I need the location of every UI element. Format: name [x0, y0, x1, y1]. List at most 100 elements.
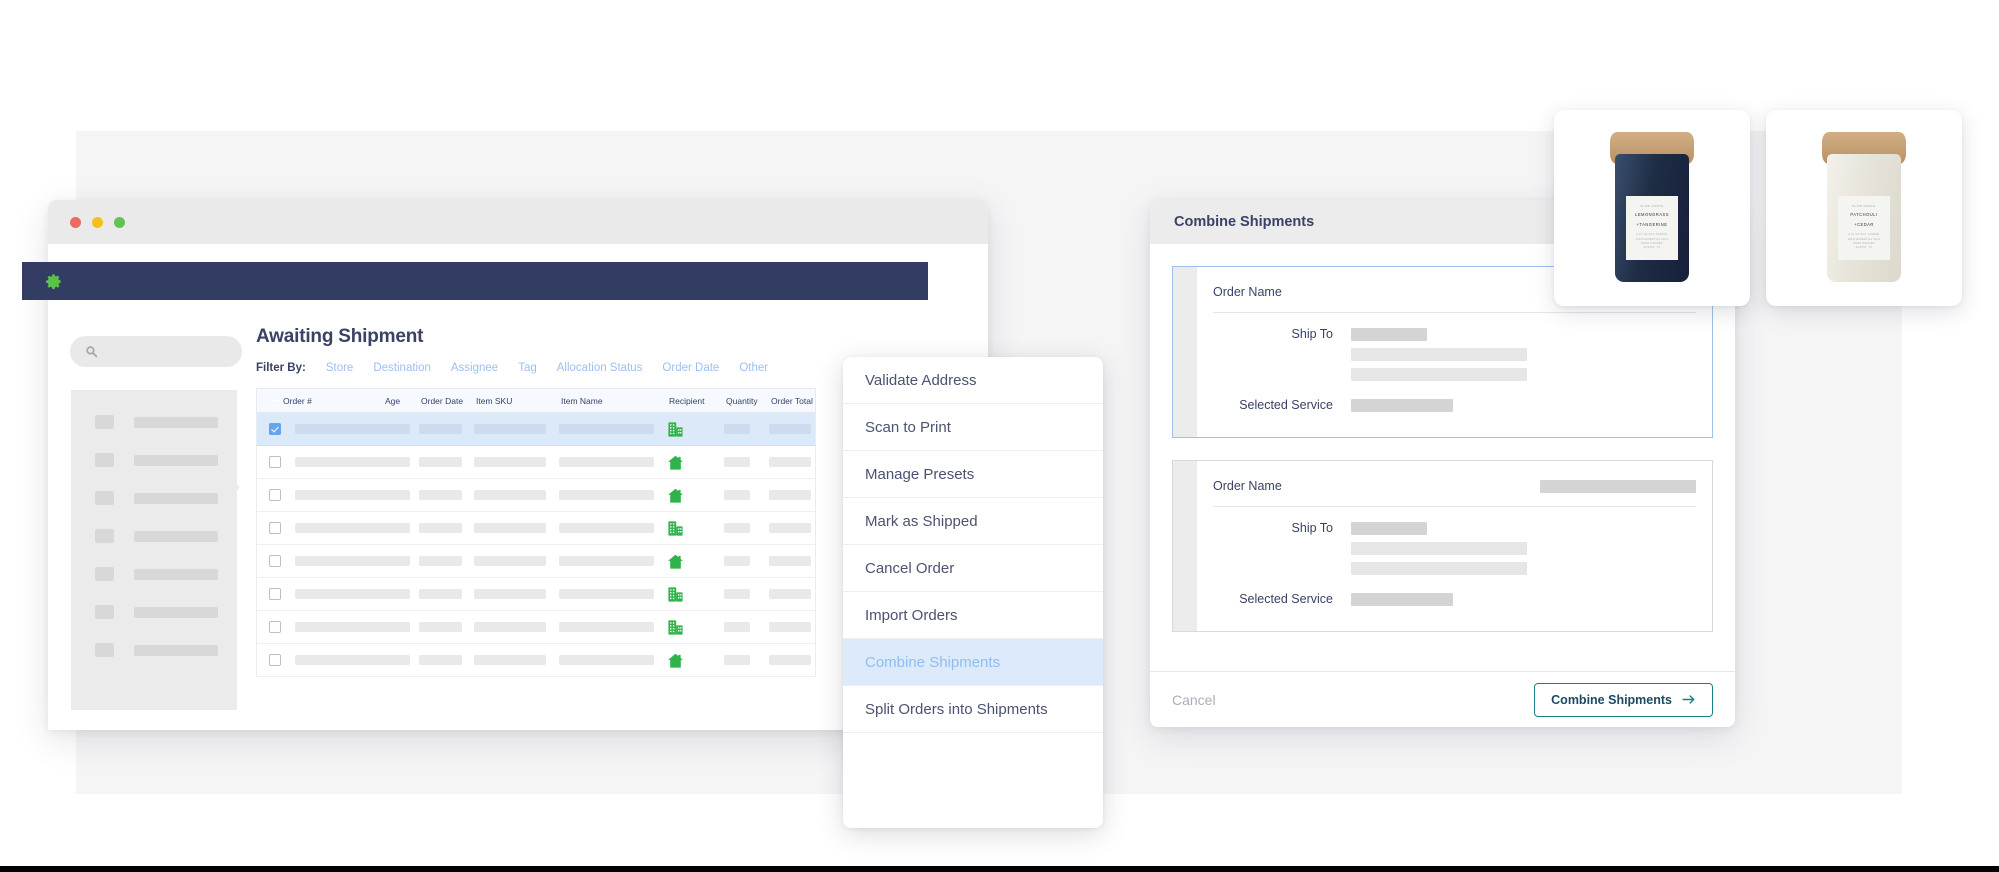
order-card[interactable]: Order Name Ship To Selected Service [1172, 460, 1713, 632]
browser-titlebar [48, 200, 988, 244]
selected-service-value [1351, 593, 1453, 606]
sidebar-skeleton-icon [95, 529, 114, 543]
maximize-icon[interactable] [114, 217, 125, 228]
combine-shipments-button[interactable]: Combine Shipments [1534, 683, 1713, 717]
house-icon [667, 553, 724, 570]
table-row[interactable] [256, 611, 816, 644]
menu-item-mark-as-shipped[interactable]: Mark as Shipped [843, 498, 1103, 545]
sidebar-skeleton-item[interactable] [95, 643, 218, 657]
menu-item-cancel-order[interactable]: Cancel Order [843, 545, 1103, 592]
filter-destination[interactable]: Destination [373, 362, 431, 374]
table-cell-placeholder [419, 457, 462, 467]
arrow-right-icon [1682, 694, 1696, 705]
menu-item-combine-shipments[interactable]: Combine Shipments [843, 639, 1103, 686]
close-icon[interactable] [70, 217, 81, 228]
sidebar-skeleton-label [134, 417, 218, 428]
product-name-line-2: +CEDAR [1854, 222, 1874, 228]
menu-item-split-orders-into-shipments[interactable]: Split Orders into Shipments [843, 686, 1103, 733]
sidebar-active-notch [232, 478, 240, 496]
filter-other[interactable]: Other [739, 362, 768, 374]
gear-icon[interactable] [44, 272, 63, 291]
table-cell-placeholder [474, 523, 546, 533]
candle-jar: SLOW NORTH PATCHOULI +CEDAR 8 FL OZ SOY … [1816, 132, 1912, 284]
menu-item-import-orders[interactable]: Import Orders [843, 592, 1103, 639]
bottom-divider [0, 866, 1999, 872]
table-cell-placeholder [383, 589, 410, 599]
menu-item-manage-presets[interactable]: Manage Presets [843, 451, 1103, 498]
filter-assignee[interactable]: Assignee [451, 362, 498, 374]
table-cell-placeholder [419, 490, 462, 500]
sidebar-skeleton-item[interactable] [95, 529, 218, 543]
ship-to-row: Ship To [1213, 327, 1696, 341]
column-header-item-name[interactable]: Item Name [561, 396, 669, 406]
sidebar-skeleton-item[interactable] [95, 415, 218, 429]
row-select-checkbox[interactable] [269, 588, 281, 600]
table-row[interactable] [256, 479, 816, 512]
table-row[interactable] [256, 545, 816, 578]
filter-allocation-status[interactable]: Allocation Status [557, 362, 643, 374]
menu-item-validate-address[interactable]: Validate Address [843, 357, 1103, 404]
row-select-checkbox[interactable] [269, 654, 281, 666]
jar-body: SLOW NORTH LEMONGRASS +TANGERINE 8 FL OZ… [1615, 154, 1689, 282]
sidebar-skeleton-item[interactable] [95, 567, 218, 581]
filter-store[interactable]: Store [326, 362, 354, 374]
column-header-order-total[interactable]: Order Total [771, 396, 821, 406]
sidebar-skeleton-item[interactable] [95, 453, 218, 467]
sidebar-skeleton-item[interactable] [95, 491, 218, 505]
table-cell-placeholder [474, 490, 546, 500]
search-input[interactable] [70, 336, 242, 367]
product-label: SLOW NORTH PATCHOULI +CEDAR 8 FL OZ SOY … [1838, 196, 1890, 260]
cancel-button[interactable]: Cancel [1172, 692, 1216, 708]
filter-tag[interactable]: Tag [518, 362, 537, 374]
table-row[interactable] [256, 512, 816, 545]
table-cell-placeholder [474, 556, 546, 566]
filter-order-date[interactable]: Order Date [662, 362, 719, 374]
table-cell-placeholder [559, 523, 654, 533]
ship-to-address-line-2 [1351, 562, 1527, 575]
house-icon [667, 454, 724, 471]
menu-item-scan-to-print[interactable]: Scan to Print [843, 404, 1103, 451]
sidebar-skeleton-item[interactable] [95, 605, 218, 619]
table-row[interactable] [256, 413, 816, 446]
table-body [256, 413, 816, 677]
row-select-checkbox[interactable] [269, 555, 281, 567]
table-cell-placeholder [559, 589, 654, 599]
column-header-order-date[interactable]: Order Date [421, 396, 476, 406]
table-cell-placeholder [559, 457, 654, 467]
table-cell-placeholder [769, 424, 811, 434]
building-icon [667, 586, 724, 603]
sidebar-skeleton-label [134, 493, 218, 504]
sidebar-skeleton-icon [95, 491, 114, 505]
page-title: Awaiting Shipment [256, 326, 423, 348]
row-select-checkbox[interactable] [269, 423, 281, 435]
actions-dropdown-menu: Validate AddressScan to PrintManage Pres… [843, 357, 1103, 828]
sidebar-skeleton-label [134, 531, 218, 542]
filter-by-label: Filter By: [256, 362, 306, 374]
product-label: SLOW NORTH LEMONGRASS +TANGERINE 8 FL OZ… [1626, 196, 1678, 260]
product-name-line-2: +TANGERINE [1637, 222, 1668, 228]
house-icon [667, 487, 724, 504]
table-cell-placeholder [383, 622, 410, 632]
table-cell-placeholder [769, 622, 811, 632]
product-card: SLOW NORTH PATCHOULI +CEDAR 8 FL OZ SOY … [1766, 110, 1962, 306]
table-cell-placeholder [769, 589, 811, 599]
panel-body: Order Name Ship To Selected Service [1150, 244, 1735, 671]
column-header-age[interactable]: Age [385, 396, 421, 406]
column-header-quantity[interactable]: Quantity [726, 396, 771, 406]
table-cell-placeholder [559, 490, 654, 500]
minimize-icon[interactable] [92, 217, 103, 228]
table-row[interactable] [256, 578, 816, 611]
column-header-recipient[interactable]: Recipient [669, 396, 726, 406]
table-cell-placeholder [769, 556, 811, 566]
row-select-checkbox[interactable] [269, 489, 281, 501]
table-cell-placeholder [383, 424, 410, 434]
table-row[interactable] [256, 446, 816, 479]
column-header-order-number[interactable]: Order # [283, 396, 385, 406]
table-row[interactable] [256, 644, 816, 677]
row-select-checkbox[interactable] [269, 522, 281, 534]
column-header-item-sku[interactable]: Item SKU [476, 396, 561, 406]
screenshot-stage: Awaiting Shipment Filter By: Store Desti… [0, 0, 1999, 872]
row-select-checkbox[interactable] [269, 621, 281, 633]
row-select-checkbox[interactable] [269, 456, 281, 468]
table-cell-placeholder [419, 655, 462, 665]
